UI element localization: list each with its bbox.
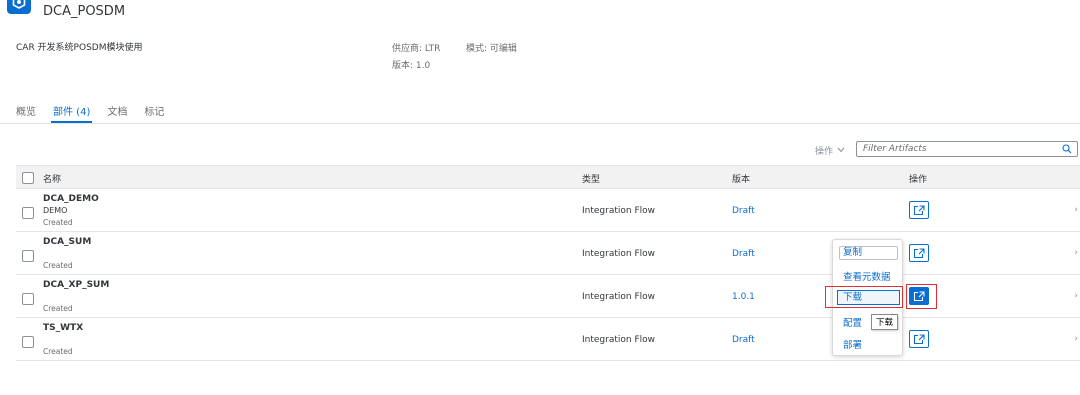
artifact-name: DCA_DEMO [43,194,99,204]
artifact-name: TS_WTX [43,323,84,333]
vendor-label: 供应商: LTR [392,44,441,54]
menu-item-configure[interactable]: 配置 [843,315,862,329]
actions-menu-label: 操作 [815,147,834,157]
table-row[interactable]: TS_WTX Created Integration Flow Draft › [16,318,1080,361]
tab-artifacts[interactable]: 部件 (4) [50,103,93,123]
row-actions-button[interactable] [909,330,929,348]
column-header-name[interactable]: 名称 [43,172,61,185]
row-checkbox[interactable] [22,207,34,219]
column-header-type[interactable]: 类型 [582,172,600,185]
artifact-status: Created [43,261,73,270]
menu-item-copy[interactable]: 复制 [839,246,898,260]
filter-artifacts-input[interactable] [857,142,1057,156]
table-header: 名称 类型 版本 操作 [16,165,1080,189]
artifacts-table: 名称 类型 版本 操作 DCA_DEMO DEMO Created Integr… [16,165,1080,361]
menu-item-view-metadata[interactable]: 查看元数据 [843,269,891,283]
artifact-type: Integration Flow [582,292,655,302]
artifact-type: Integration Flow [582,206,655,216]
row-checkbox[interactable] [22,250,34,262]
search-icon[interactable] [1057,142,1077,156]
artifact-version[interactable]: Draft [732,206,755,216]
mode-label: 模式: 可编辑 [466,44,517,54]
table-row[interactable]: DCA_DEMO DEMO Created Integration Flow D… [16,189,1080,232]
select-all-checkbox[interactable] [22,172,34,184]
package-description: CAR 开发系统POSDM模块使用 [16,43,143,53]
external-action-icon [913,333,925,344]
chevron-right-icon[interactable]: › [1074,248,1078,258]
row-actions-button[interactable] [909,244,929,262]
artifact-status: Created [43,347,73,356]
version-label: 版本: 1.0 [392,61,431,71]
download-highlight-box [825,286,903,308]
action-button-highlight-box [906,284,937,309]
tabs-divider [0,123,1080,124]
menu-item-deploy[interactable]: 部署 [843,337,862,351]
column-header-actions: 操作 [909,175,928,185]
artifact-version[interactable]: 1.0.1 [732,292,755,302]
artifact-name: DCA_SUM [43,237,92,247]
external-action-icon [913,204,925,215]
package-icon [7,0,31,14]
chevron-down-icon [837,146,845,156]
external-action-icon [913,247,925,258]
table-row[interactable]: DCA_SUM Created Integration Flow Draft › [16,232,1080,275]
tab-documents[interactable]: 文档 [107,103,127,123]
artifact-type: Integration Flow [582,249,655,259]
row-actions-button[interactable] [909,201,929,219]
tab-bar: 概览 部件 (4) 文档 标记 [16,103,181,123]
chevron-right-icon[interactable]: › [1074,205,1078,215]
artifact-subtitle: DEMO [43,206,68,215]
artifact-name: DCA_XP_SUM [43,280,110,290]
column-header-version[interactable]: 版本 [732,172,750,185]
filter-field [856,141,1078,157]
tab-overview[interactable]: 概览 [16,103,36,123]
actions-menu-button[interactable]: 操作 [815,144,845,157]
artifact-type: Integration Flow [582,335,655,345]
artifact-status: Created [43,218,73,227]
row-checkbox[interactable] [22,293,34,305]
artifact-version[interactable]: Draft [732,335,755,345]
artifact-status: Created [43,304,73,313]
chevron-right-icon[interactable]: › [1074,334,1078,344]
download-tooltip: 下载 [871,314,899,330]
chevron-right-icon[interactable]: › [1074,291,1078,301]
tab-tags[interactable]: 标记 [144,103,164,123]
package-title: DCA_POSDM [43,4,126,19]
row-checkbox[interactable] [22,336,34,348]
artifact-version[interactable]: Draft [732,249,755,259]
